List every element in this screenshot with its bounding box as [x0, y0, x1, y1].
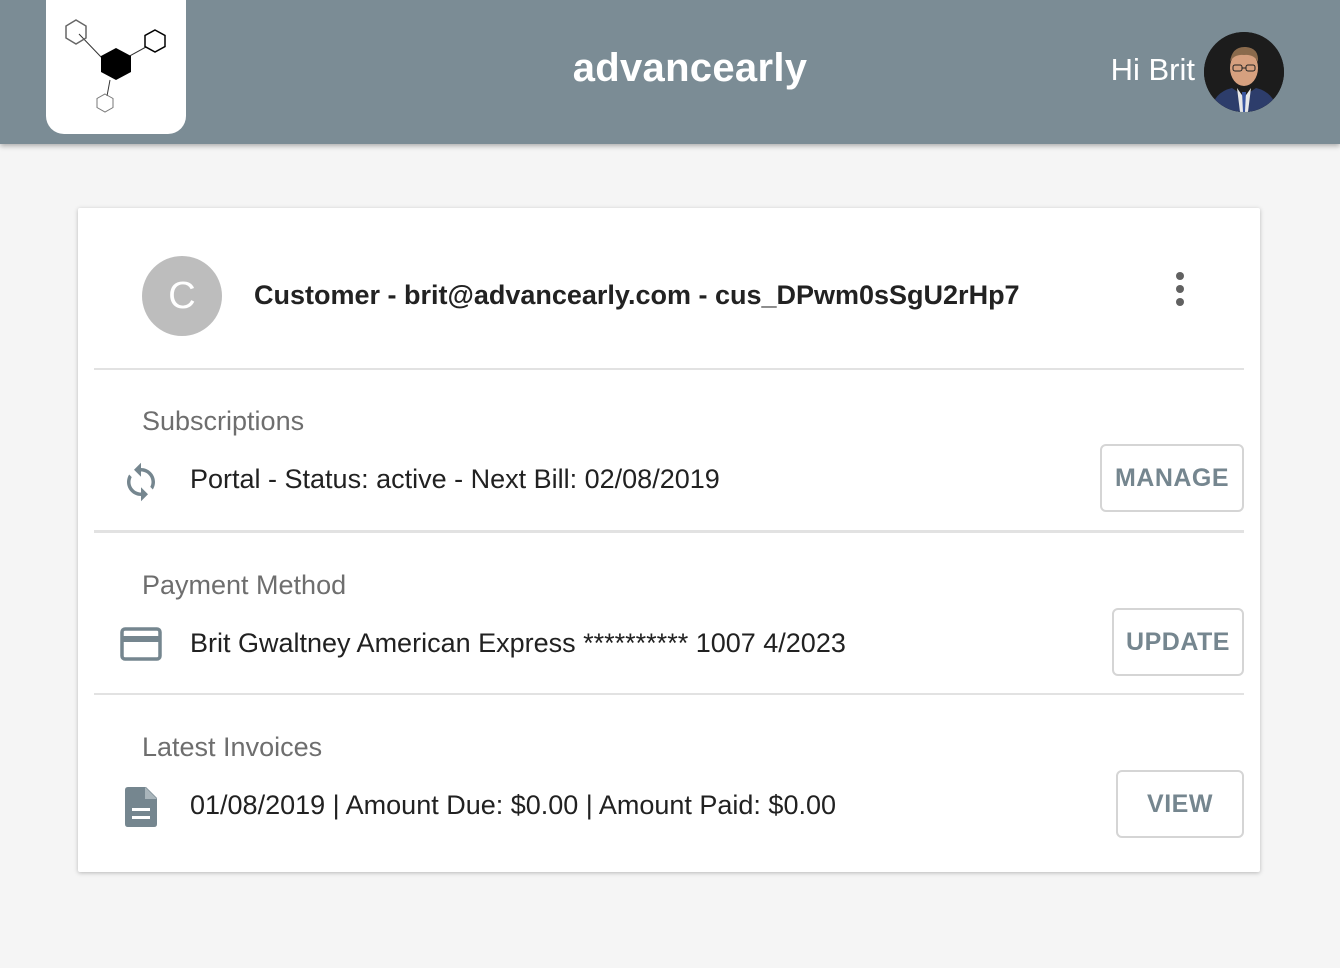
app-bar: advancearly Hi Brit — [0, 0, 1340, 144]
view-button[interactable]: VIEW — [1116, 770, 1244, 838]
user-photo-icon — [1204, 32, 1284, 112]
customer-title: Customer - brit@advancearly.com - cus_DP… — [254, 280, 1020, 310]
update-button[interactable]: UPDATE — [1112, 608, 1244, 676]
credit-card-icon — [120, 626, 162, 667]
customer-card: C Customer - brit@advancearly.com - cus_… — [78, 208, 1260, 872]
invoices-heading: Latest Invoices — [142, 732, 323, 762]
user-avatar[interactable] — [1204, 32, 1284, 112]
manage-button[interactable]: MANAGE — [1100, 444, 1244, 512]
customer-avatar: C — [142, 256, 222, 336]
divider — [94, 693, 1244, 695]
divider — [94, 530, 1244, 533]
more-vert-icon[interactable] — [1164, 264, 1196, 314]
subscription-item: Portal - Status: active - Next Bill: 02/… — [190, 464, 720, 494]
subscriptions-heading: Subscriptions — [142, 406, 305, 436]
payment-method-item: Brit Gwaltney American Express *********… — [190, 628, 846, 658]
sync-icon — [120, 459, 162, 510]
divider — [94, 368, 1244, 370]
invoice-item: 01/08/2019 | Amount Due: $0.00 | Amount … — [190, 790, 836, 820]
document-icon — [124, 786, 158, 833]
payment-method-heading: Payment Method — [142, 570, 347, 600]
user-greeting: Hi Brit — [1110, 52, 1195, 87]
